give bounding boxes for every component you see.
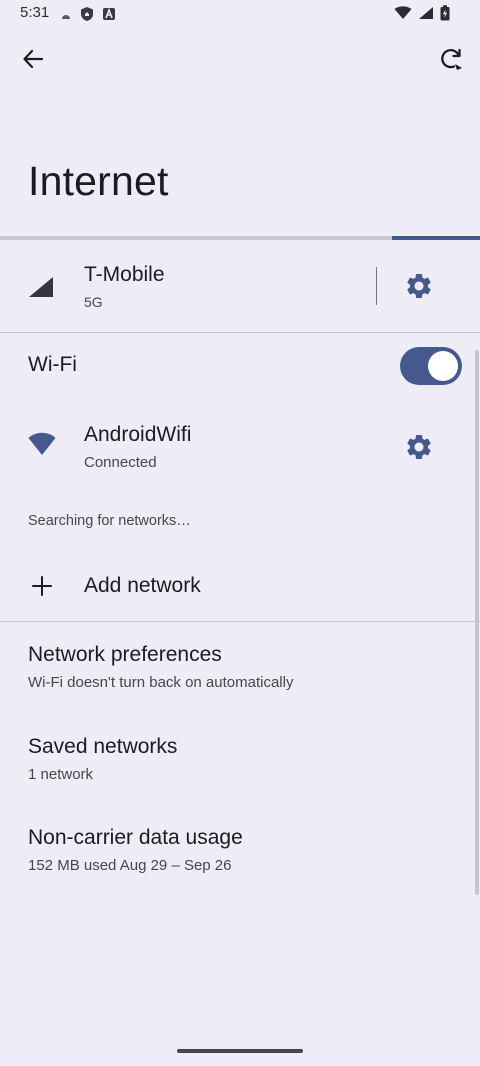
network-preferences-summary: Wi‑Fi doesn't turn back on automatically: [28, 674, 294, 691]
accessibility-a-icon: [102, 7, 116, 26]
cell-signal-icon: [418, 6, 434, 25]
data-usage-summary: 152 MB used Aug 29 – Sep 26: [28, 857, 232, 874]
gear-icon: [404, 434, 434, 466]
refresh-button[interactable]: [432, 42, 470, 80]
plus-icon: [30, 574, 54, 603]
saved-networks-title[interactable]: Saved networks: [28, 735, 177, 759]
back-button[interactable]: [14, 42, 52, 80]
wifi-toggle-switch[interactable]: [400, 347, 462, 385]
saved-networks-summary: 1 network: [28, 766, 94, 783]
carrier-network-type: 5G: [84, 294, 103, 310]
carrier-name: T-Mobile: [84, 263, 165, 286]
page-title: Internet: [28, 158, 169, 204]
network-status: Connected: [84, 454, 157, 471]
cell-signal-icon: [28, 276, 54, 303]
network-name[interactable]: AndroidWifi: [84, 423, 191, 447]
shield-icon: [80, 6, 94, 27]
status-icons-right: [394, 5, 450, 26]
searching-status: Searching for networks…: [28, 513, 191, 529]
wifi-icon: [28, 432, 56, 461]
carrier-settings-button[interactable]: [404, 271, 434, 306]
network-preferences-title[interactable]: Network preferences: [28, 643, 222, 667]
divider: [0, 621, 480, 622]
scrollbar[interactable]: [475, 350, 479, 895]
gear-icon: [404, 273, 434, 305]
status-icons-left: [60, 6, 116, 27]
weather-icon: [60, 8, 72, 26]
carrier-divider: [376, 267, 377, 305]
data-usage-title[interactable]: Non-carrier data usage: [28, 826, 243, 850]
back-arrow-icon: [22, 48, 44, 75]
divider: [0, 332, 480, 333]
wifi-signal-icon: [394, 6, 412, 25]
gesture-nav-handle[interactable]: [177, 1049, 303, 1053]
wifi-toggle-label: Wi-Fi: [28, 353, 77, 376]
network-settings-button[interactable]: [404, 432, 434, 467]
status-time: 5:31: [20, 4, 50, 21]
add-network-button[interactable]: Add network: [84, 574, 201, 598]
toggle-knob: [428, 351, 458, 381]
refresh-icon: [438, 46, 464, 77]
battery-charging-icon: [440, 5, 450, 26]
